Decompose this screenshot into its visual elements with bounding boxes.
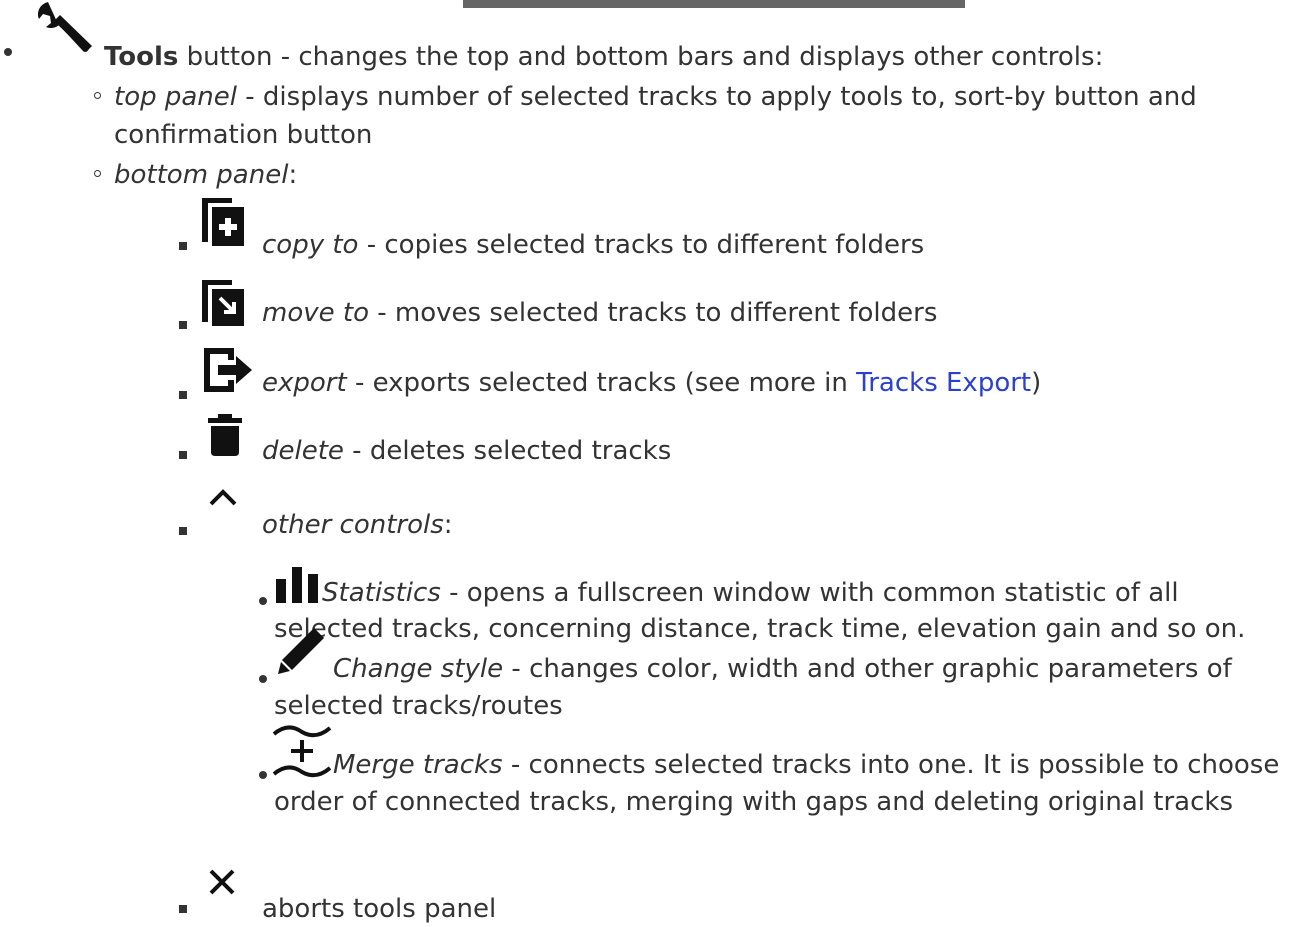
sub-bullet	[94, 170, 101, 177]
statistics-desc: - opens a fullscreen window with common …	[440, 578, 1179, 608]
delete-desc: - deletes selected tracks	[343, 436, 672, 466]
copy-line: copy to - copies selected tracks to diff…	[262, 228, 924, 262]
close-icon	[209, 869, 235, 895]
tracks-export-link[interactable]: Tracks Export	[856, 368, 1031, 398]
move-line: move to - moves selected tracks to diffe…	[262, 296, 937, 330]
other-name: other controls	[262, 510, 444, 540]
export-desc-end: )	[1031, 368, 1042, 398]
pencil-icon	[278, 628, 324, 674]
copy-to-icon	[202, 198, 244, 246]
move-to-icon	[202, 280, 244, 326]
delete-name: delete	[262, 436, 344, 466]
export-line: export - exports selected tracks (see mo…	[262, 366, 1041, 400]
tools-desc: button - changes the top and bottom bars…	[178, 42, 1104, 72]
move-desc: - moves selected tracks to different fol…	[368, 298, 938, 328]
statistics-line: Statistics - opens a fullscreen window w…	[322, 576, 1179, 610]
square-bullet	[179, 242, 187, 250]
bottom-panel-name: bottom panel	[114, 160, 289, 190]
bullet	[4, 48, 12, 56]
copy-name: copy to	[262, 230, 359, 260]
square-bullet	[179, 391, 187, 399]
move-name: move to	[262, 298, 369, 328]
other-suffix: :	[443, 510, 453, 540]
bottom-panel-suffix: :	[288, 160, 298, 190]
export-icon	[204, 348, 252, 392]
bullet	[259, 675, 267, 683]
merge-name: Merge tracks	[333, 750, 503, 780]
style-name: Change style	[333, 654, 504, 684]
wrench-icon	[38, 2, 92, 52]
chevron-up-icon	[209, 489, 237, 506]
export-name: export	[262, 368, 347, 398]
top-panel-desc: - displays number of selected tracks to …	[237, 82, 1197, 112]
abort-desc: aborts tools panel	[262, 894, 497, 924]
statistics-name: Statistics	[322, 578, 441, 608]
square-bullet	[179, 321, 187, 329]
style-line: Change style - changes color, width and …	[333, 652, 1232, 686]
sub-bullet	[94, 92, 101, 99]
bullet	[259, 597, 267, 605]
statistics-desc-cont: selected tracks, concerning distance, tr…	[274, 614, 1246, 644]
top-divider-bar	[463, 0, 965, 8]
top-panel-name: top panel	[114, 82, 238, 112]
style-desc: - changes color, width and other graphic…	[503, 654, 1232, 684]
delete-line: delete - deletes selected tracks	[262, 434, 671, 468]
square-bullet	[179, 905, 187, 913]
merge-tracks-icon	[272, 725, 332, 778]
style-desc-cont: selected tracks/routes	[274, 691, 563, 721]
export-desc: - exports selected tracks (see more in	[346, 368, 857, 398]
tools-name: Tools	[104, 42, 179, 72]
trash-icon	[208, 414, 242, 456]
bottom-panel-line: bottom panel:	[114, 158, 297, 192]
square-bullet	[179, 527, 187, 535]
bullet	[259, 771, 267, 779]
merge-line: Merge tracks - connects selected tracks …	[333, 748, 1279, 782]
merge-desc: - connects selected tracks into one. It …	[502, 750, 1280, 780]
bar-chart-icon	[276, 567, 318, 603]
merge-desc-cont: order of connected tracks, merging with …	[274, 787, 1234, 817]
tools-line: Tools button - changes the top and botto…	[104, 40, 1103, 74]
other-line: other controls:	[262, 508, 453, 542]
top-panel-desc-cont: confirmation button	[114, 120, 373, 150]
top-panel-line: top panel - displays number of selected …	[114, 80, 1197, 114]
square-bullet	[179, 451, 187, 459]
copy-desc: - copies selected tracks to different fo…	[358, 230, 925, 260]
